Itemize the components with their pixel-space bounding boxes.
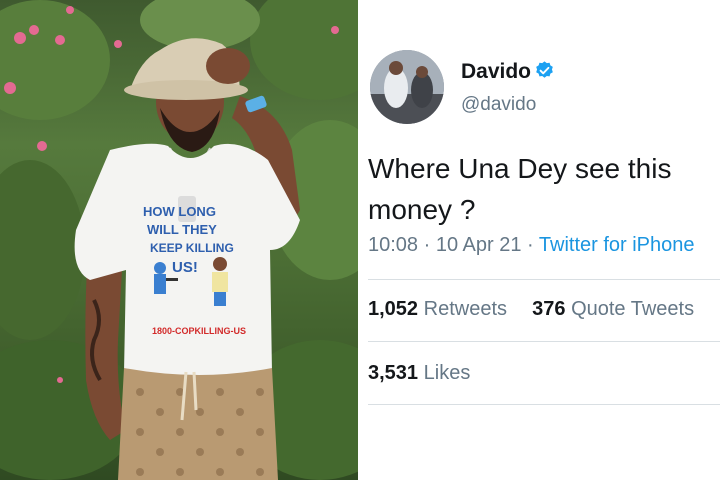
quote-tweets-stat[interactable]: 376 Quote Tweets xyxy=(532,298,694,320)
tweet-time[interactable]: 10:08 xyxy=(368,234,418,256)
divider-2 xyxy=(368,341,720,342)
divider-3 xyxy=(368,404,720,405)
tweet-meta: 10:08 · 10 Apr 21 · Twitter for iPhone xyxy=(368,234,695,257)
tweet-date[interactable]: 10 Apr 21 xyxy=(436,234,522,256)
photo-illustration: HOW LONG WILL THEY KEEP KILLING US! 1800… xyxy=(0,0,358,480)
shirt-line-1: HOW LONG xyxy=(143,204,216,219)
meta-separator-1: · xyxy=(423,234,436,256)
user-handle[interactable]: @davido xyxy=(461,94,536,116)
likes-count: 3,531 xyxy=(368,362,419,384)
divider-1 xyxy=(368,279,720,280)
likes-stat[interactable]: 3,531 Likes xyxy=(368,362,470,385)
retweets-label: Retweets xyxy=(423,298,507,320)
shirt-footer: 1800-COPKILLING-US xyxy=(152,326,246,336)
tweet-source-link[interactable]: Twitter for iPhone xyxy=(539,234,695,256)
shirt-line-3: KEEP KILLING xyxy=(150,241,234,255)
tweet-text: Where Una Dey see this money ? xyxy=(368,153,672,225)
photo-panel: HOW LONG WILL THEY KEEP KILLING US! 1800… xyxy=(0,0,358,480)
person: HOW LONG WILL THEY KEEP KILLING US! 1800… xyxy=(74,38,300,480)
display-name[interactable]: Davido xyxy=(461,60,531,84)
avatar-image xyxy=(370,50,444,124)
quote-tweets-label: Quote Tweets xyxy=(571,298,695,320)
avatar[interactable] xyxy=(370,50,444,124)
shirt-line-4: US! xyxy=(172,259,198,276)
verified-badge-icon xyxy=(536,61,553,78)
shirt-line-2: WILL THEY xyxy=(147,222,217,237)
retweets-stat[interactable]: 1,052 Retweets xyxy=(368,298,507,320)
engagement-stats: 1,052 Retweets 376 Quote Tweets xyxy=(368,298,694,321)
quote-tweets-count: 376 xyxy=(532,298,566,320)
retweets-count: 1,052 xyxy=(368,298,419,320)
likes-label: Likes xyxy=(423,362,471,384)
tweet-card: Davido @davido Where Una Dey see this mo… xyxy=(362,0,720,480)
meta-separator-2: · xyxy=(527,234,539,256)
